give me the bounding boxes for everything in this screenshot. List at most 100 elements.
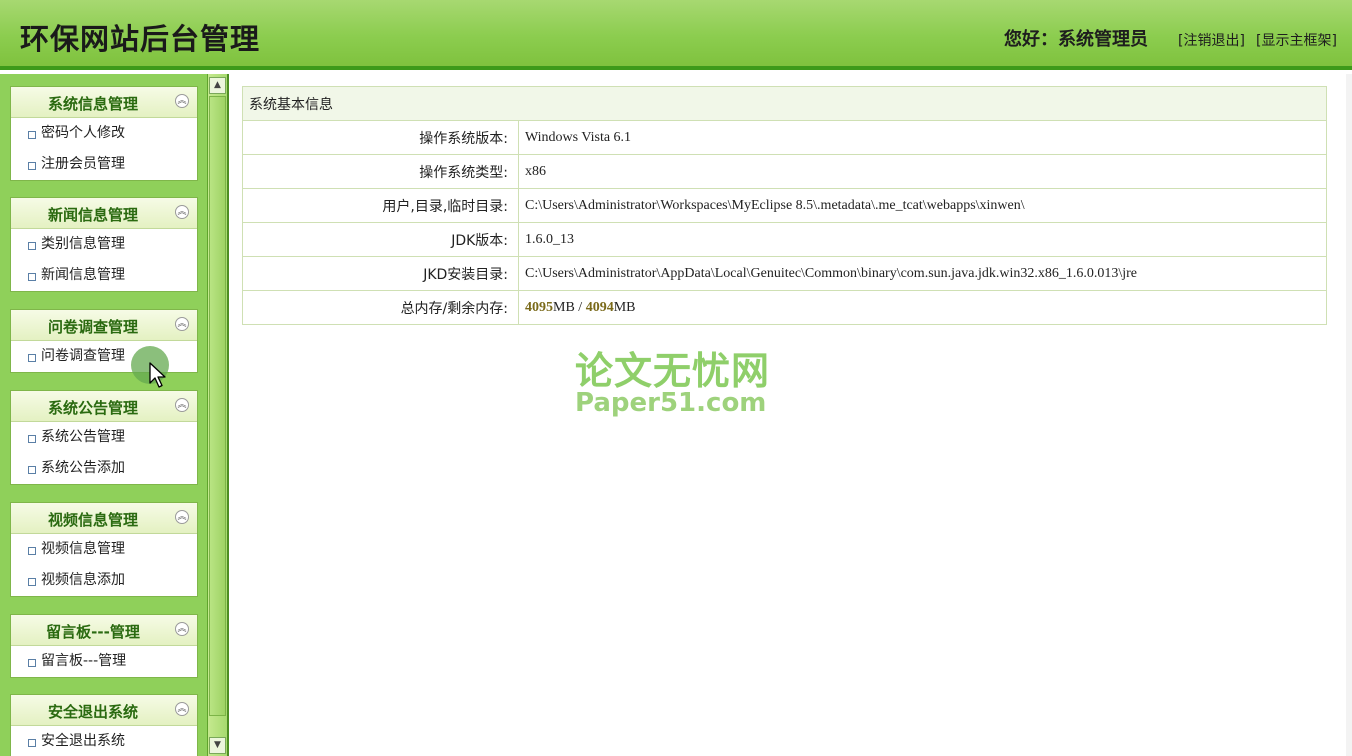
panel-exit: 安全退出系统 ︽ 安全退出系统 [10,694,198,756]
bullet-icon [28,578,36,586]
sidebar-item-survey[interactable]: 问卷调查管理 [11,341,197,372]
sidebar-item-video-add[interactable]: 视频信息添加 [11,565,197,596]
panel-title: 留言板---管理 [46,623,140,641]
row-value: 1.6.0_13 [518,222,1327,257]
sidebar-item-label: 类别信息管理 [41,236,125,252]
main-content: 系统基本信息 操作系统版本: Windows Vista 6.1 操作系统类型:… [229,74,1352,756]
bullet-icon [28,739,36,747]
watermark-en: Paper51.com [575,388,767,418]
bullet-icon [28,435,36,443]
sidebar-item-label: 注册会员管理 [41,156,125,172]
table-row: 用户,目录,临时目录: C:\Users\Administrator\Works… [242,188,1327,223]
sidebar: 系统信息管理 ︽ 密码个人修改 注册会员管理 新闻信息管理 ︽ 类别信息管理 新… [0,74,207,756]
panel-title: 视频信息管理 [47,511,138,529]
bullet-icon [28,273,36,281]
main-scrollbar[interactable] [1346,74,1352,756]
sidebar-item-label: 安全退出系统 [41,733,125,749]
scroll-up-arrow-icon[interactable]: ▲ [209,77,226,94]
memory-separator: / [574,299,586,315]
panel-header[interactable]: 系统信息管理 ︽ [11,87,197,118]
scrollbar-thumb[interactable] [209,96,226,716]
row-value: C:\Users\Administrator\Workspaces\MyEcli… [518,188,1327,223]
panel-system-info: 系统信息管理 ︽ 密码个人修改 注册会员管理 [10,86,198,181]
sidebar-item-label: 系统公告添加 [41,460,125,476]
sidebar-item-exit[interactable]: 安全退出系统 [11,726,197,756]
sidebar-scrollbar[interactable]: ▲ ▼ [207,74,229,756]
panel-video: 视频信息管理 ︽ 视频信息管理 视频信息添加 [10,502,198,597]
panel-header[interactable]: 视频信息管理 ︽ [11,503,197,534]
sidebar-item-news[interactable]: 新闻信息管理 [11,260,197,291]
row-label: JKD安装目录: [242,256,519,291]
panel-title: 安全退出系统 [47,703,138,721]
memory-unit: MB [613,299,636,315]
row-value: C:\Users\Administrator\AppData\Local\Gen… [518,256,1327,291]
system-info-table: 系统基本信息 操作系统版本: Windows Vista 6.1 操作系统类型:… [242,86,1327,325]
bullet-icon [28,466,36,474]
logout-link[interactable]: [注销退出] [1178,30,1245,50]
top-header: 环保网站后台管理 您好：系统管理员 [注销退出] [显示主框架] [0,0,1352,70]
collapse-icon[interactable]: ︽ [175,622,189,636]
panel-news: 新闻信息管理 ︽ 类别信息管理 新闻信息管理 [10,197,198,292]
show-main-frame-link[interactable]: [显示主框架] [1256,30,1337,50]
panel-header[interactable]: 问卷调查管理 ︽ [11,310,197,341]
watermark: 论文无忧网 Paper51.com [573,340,783,420]
sidebar-item-label: 视频信息添加 [41,572,125,588]
row-label: 总内存/剩余内存: [242,290,519,325]
panel-title: 系统公告管理 [47,399,138,417]
sidebar-item-label: 视频信息管理 [41,541,125,557]
free-memory: 4094 [585,299,614,315]
panel-header[interactable]: 安全退出系统 ︽ [11,695,197,726]
panel-announcements: 系统公告管理 ︽ 系统公告管理 系统公告添加 [10,390,198,485]
collapse-icon[interactable]: ︽ [175,702,189,716]
memory-value: 4095MB / 4094MB [518,290,1327,325]
app-title: 环保网站后台管理 [20,22,261,56]
collapse-icon[interactable]: ︽ [175,205,189,219]
sidebar-item-label: 问卷调查管理 [41,348,125,364]
sidebar-item-password[interactable]: 密码个人修改 [11,118,197,149]
sidebar-item-announcement-add[interactable]: 系统公告添加 [11,453,197,484]
collapse-icon[interactable]: ︽ [175,94,189,108]
panel-title: 问卷调查管理 [47,318,138,336]
table-row: 操作系统版本: Windows Vista 6.1 [242,120,1327,155]
table-row: JDK版本: 1.6.0_13 [242,222,1327,257]
scroll-down-arrow-icon[interactable]: ▼ [209,737,226,754]
memory-unit: MB [553,299,575,315]
sidebar-item-announcement-manage[interactable]: 系统公告管理 [11,422,197,453]
bullet-icon [28,162,36,170]
user-greeting: 您好：系统管理员 [1004,29,1148,50]
collapse-icon[interactable]: ︽ [175,317,189,331]
sidebar-item-guestbook[interactable]: 留言板---管理 [11,646,197,677]
table-caption: 系统基本信息 [242,86,1327,121]
collapse-icon[interactable]: ︽ [175,510,189,524]
row-label: 用户,目录,临时目录: [242,188,519,223]
total-memory: 4095 [525,299,553,315]
panel-survey: 问卷调查管理 ︽ 问卷调查管理 [10,309,198,373]
row-value: Windows Vista 6.1 [518,120,1327,155]
row-label: JDK版本: [242,222,519,257]
row-label: 操作系统类型: [242,154,519,189]
panel-title: 新闻信息管理 [47,206,138,224]
panel-header[interactable]: 系统公告管理 ︽ [11,391,197,422]
panel-header[interactable]: 新闻信息管理 ︽ [11,198,197,229]
bullet-icon [28,354,36,362]
sidebar-item-members[interactable]: 注册会员管理 [11,149,197,180]
table-row-memory: 总内存/剩余内存: 4095MB / 4094MB [242,290,1327,325]
bullet-icon [28,547,36,555]
table-row: JKD安装目录: C:\Users\Administrator\AppData\… [242,256,1327,291]
mouse-pointer-icon [149,362,166,388]
row-label: 操作系统版本: [242,120,519,155]
sidebar-item-label: 新闻信息管理 [41,267,125,283]
watermark-cn: 论文无忧网 [575,349,771,393]
sidebar-item-label: 系统公告管理 [41,429,125,445]
sidebar-item-video-manage[interactable]: 视频信息管理 [11,534,197,565]
sidebar-item-label: 留言板---管理 [41,653,127,669]
panel-title: 系统信息管理 [47,95,138,113]
bullet-icon [28,131,36,139]
panel-header[interactable]: 留言板---管理 ︽ [11,615,197,646]
collapse-icon[interactable]: ︽ [175,398,189,412]
bullet-icon [28,659,36,667]
table-row: 操作系统类型: x86 [242,154,1327,189]
bullet-icon [28,242,36,250]
sidebar-item-categories[interactable]: 类别信息管理 [11,229,197,260]
sidebar-item-label: 密码个人修改 [41,125,125,141]
